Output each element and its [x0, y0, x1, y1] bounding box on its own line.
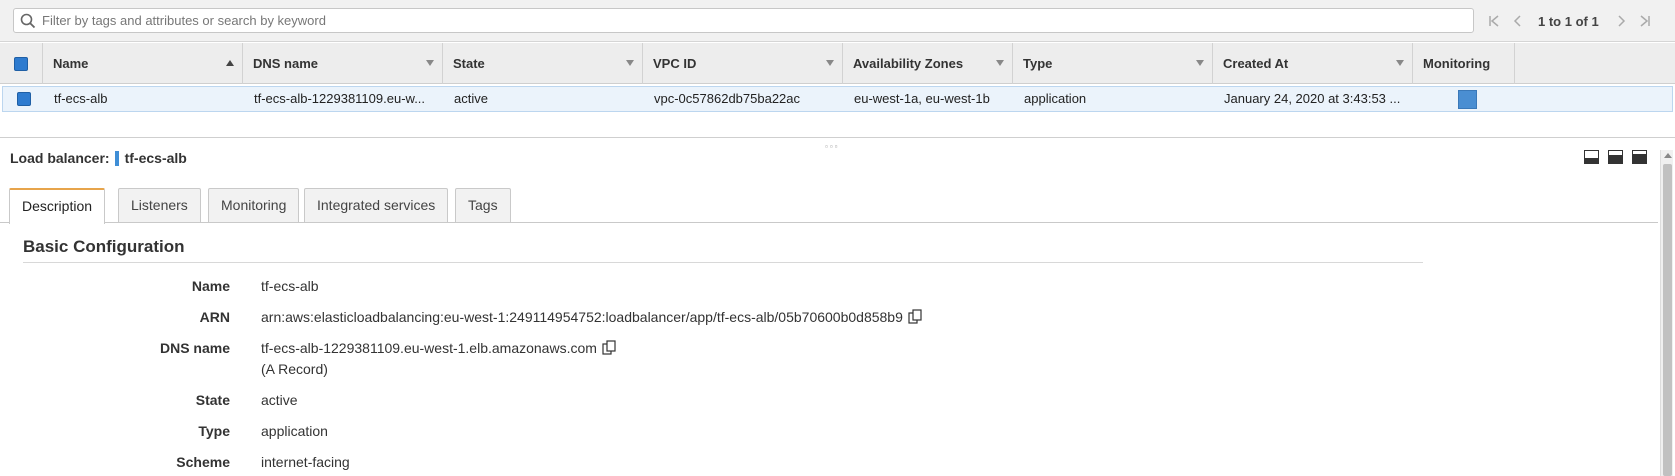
monitoring-graph-icon[interactable]	[1458, 90, 1477, 109]
scrollbar-thumb[interactable]	[1663, 164, 1672, 476]
property-value-type: application	[261, 423, 328, 439]
property-label-state: State	[195, 392, 230, 408]
section-title: Basic Configuration	[23, 237, 185, 256]
selection-color-marker	[114, 150, 119, 166]
column-label: Name	[53, 56, 89, 71]
search-icon	[20, 13, 36, 29]
splitter-grip-icon[interactable]: ▫▫▫	[825, 142, 840, 151]
cell-vpc-id: vpc-0c57862db75ba22ac	[654, 91, 801, 106]
last-page-icon[interactable]	[1633, 10, 1657, 32]
cell-dns-name: tf-ecs-alb-1229381109.eu-w...	[254, 91, 426, 106]
column-header-type[interactable]: Type	[1013, 43, 1213, 84]
copy-icon[interactable]	[908, 309, 923, 324]
property-value-dns-row: tf-ecs-alb-1229381109.eu-west-1.elb.amaz…	[261, 340, 617, 356]
next-page-icon[interactable]	[1609, 10, 1633, 32]
column-header-created-at[interactable]: Created At	[1213, 43, 1413, 84]
property-value-state: active	[261, 392, 298, 408]
property-label-dns-name: DNS name	[159, 340, 230, 356]
chevron-down-icon	[1396, 60, 1404, 66]
tab-integrated-services[interactable]: Integrated services	[304, 188, 449, 222]
row-checkbox[interactable]	[17, 92, 31, 106]
tab-monitoring[interactable]: Monitoring	[208, 188, 300, 222]
maximize-pane-icon[interactable]	[1632, 150, 1647, 164]
select-all-checkbox-cell[interactable]	[0, 43, 43, 84]
detail-tabs: Description Listeners Monitoring Integra…	[0, 188, 1658, 224]
chevron-down-icon	[1196, 60, 1204, 66]
column-label: Created At	[1223, 56, 1289, 71]
cell-name: tf-ecs-alb	[54, 91, 108, 106]
property-value-scheme: internet-facing	[261, 454, 350, 470]
chevron-down-icon	[426, 60, 434, 66]
column-header-availability-zones[interactable]: Availability Zones	[843, 43, 1013, 84]
property-value-dns-name: tf-ecs-alb-1229381109.eu-west-1.elb.amaz…	[261, 340, 597, 356]
cell-state: active	[454, 91, 488, 106]
property-label-scheme: Scheme	[176, 454, 230, 470]
property-label-type: Type	[198, 423, 230, 439]
sort-ascending-icon	[226, 60, 234, 66]
tab-description[interactable]: Description	[9, 188, 106, 224]
cell-type: application	[1024, 91, 1087, 106]
search-input[interactable]	[42, 11, 1462, 30]
table-row[interactable]: tf-ecs-alb tf-ecs-alb-1229381109.eu-w...…	[2, 86, 1673, 112]
tab-tags[interactable]: Tags	[455, 188, 511, 222]
first-page-icon[interactable]	[1482, 10, 1506, 32]
property-label-arn: ARN	[199, 309, 230, 325]
search-box[interactable]	[13, 8, 1474, 33]
column-label: Availability Zones	[853, 56, 964, 71]
cell-availability-zones: eu-west-1a, eu-west-1b	[854, 91, 990, 106]
detail-title-prefix: Load balancer:	[10, 150, 110, 166]
chevron-down-icon	[996, 60, 1004, 66]
previous-page-icon[interactable]	[1506, 10, 1530, 32]
detail-title-name: tf-ecs-alb	[124, 150, 187, 166]
select-all-checkbox[interactable]	[14, 56, 28, 71]
copy-icon[interactable]	[602, 340, 617, 355]
column-header-name[interactable]: Name	[43, 43, 243, 84]
pane-splitter[interactable]	[0, 137, 1675, 139]
column-label: VPC ID	[653, 56, 697, 71]
pagination: 1 to 1 of 1	[1482, 10, 1657, 32]
section-divider	[23, 262, 1423, 263]
pager-text: 1 to 1 of 1	[1538, 13, 1599, 29]
property-value-dns-record: (A Record)	[261, 361, 328, 377]
property-value-arn-row: arn:aws:elasticloadbalancing:eu-west-1:2…	[261, 309, 923, 325]
pane-layout-controls	[1584, 150, 1647, 164]
property-label-name: Name	[191, 278, 230, 294]
split-pane-icon[interactable]	[1608, 150, 1623, 164]
column-label: DNS name	[253, 56, 319, 71]
cell-created-at: January 24, 2020 at 3:43:53 ...	[1224, 91, 1401, 106]
column-label: Type	[1023, 56, 1053, 71]
detail-scrollbar[interactable]	[1660, 150, 1673, 476]
chevron-down-icon	[626, 60, 634, 66]
chevron-down-icon	[826, 60, 834, 66]
column-header-state[interactable]: State	[443, 43, 643, 84]
minimize-pane-icon[interactable]	[1584, 150, 1599, 164]
column-label: State	[453, 56, 485, 71]
property-value-arn: arn:aws:elasticloadbalancing:eu-west-1:2…	[261, 309, 903, 325]
property-value-name: tf-ecs-alb	[261, 278, 319, 294]
table-header: Name DNS name State VPC ID Availability …	[0, 43, 1675, 84]
column-label: Monitoring	[1423, 56, 1491, 71]
column-header-vpc-id[interactable]: VPC ID	[643, 43, 843, 84]
column-header-dns-name[interactable]: DNS name	[243, 43, 443, 84]
column-header-monitoring[interactable]: Monitoring	[1413, 43, 1515, 84]
filter-toolbar: 1 to 1 of 1	[0, 0, 1675, 42]
scroll-up-icon[interactable]	[1664, 153, 1672, 158]
detail-title: Load balancer: tf-ecs-alb	[10, 150, 187, 166]
tab-listeners[interactable]: Listeners	[118, 188, 201, 222]
